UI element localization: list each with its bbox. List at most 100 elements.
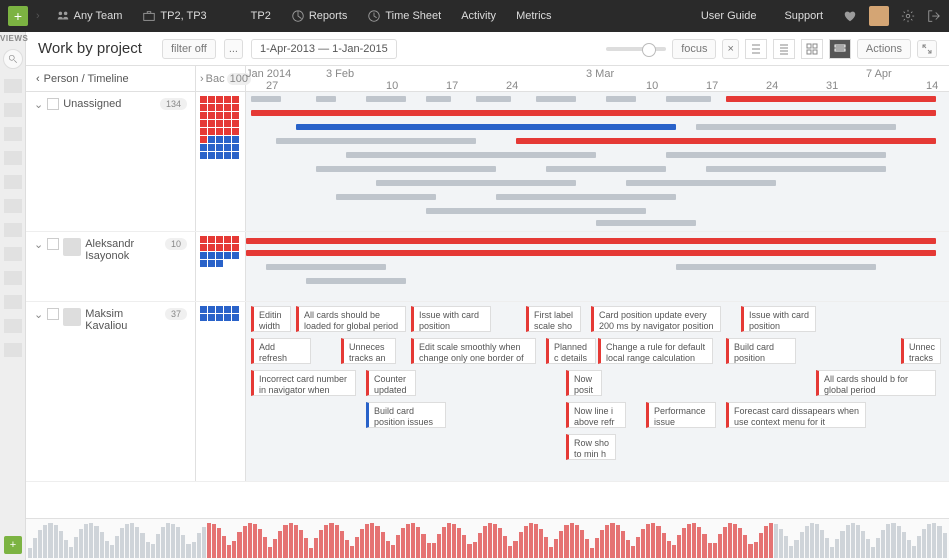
zoom-slider[interactable]	[606, 47, 666, 51]
timeline-bar[interactable]	[316, 166, 496, 172]
timeline-bar[interactable]	[251, 96, 281, 102]
nav-tp2[interactable]: TP2	[243, 10, 279, 22]
backlog-item[interactable]	[200, 260, 207, 267]
backlog-item[interactable]	[208, 314, 215, 321]
backlog-item[interactable]	[232, 144, 239, 151]
backlog-item[interactable]	[232, 112, 239, 119]
lane-checkbox[interactable]	[47, 238, 59, 250]
view-mode-4[interactable]	[829, 39, 851, 59]
timeline-bar[interactable]	[276, 138, 476, 144]
timeline-bar[interactable]	[426, 208, 646, 214]
timeline-bar[interactable]	[676, 264, 876, 270]
view-item[interactable]	[4, 175, 22, 189]
task-card[interactable]: Issue with card position	[411, 306, 491, 332]
nav-reports[interactable]: Reports	[283, 9, 356, 23]
backlog-item[interactable]	[200, 120, 207, 127]
user-avatar[interactable]	[869, 6, 889, 26]
backlog-item[interactable]	[208, 236, 215, 243]
view-item[interactable]	[4, 271, 22, 285]
task-card[interactable]: Build card position issues	[366, 402, 446, 428]
backlog-item[interactable]	[216, 112, 223, 119]
column-label[interactable]: ‹ Person / Timeline	[26, 66, 196, 91]
backlog-item[interactable]	[232, 306, 239, 313]
nav-support[interactable]: Support	[776, 10, 831, 22]
backlog-item[interactable]	[224, 252, 231, 259]
add-button[interactable]: +	[8, 6, 28, 26]
backlog-item[interactable]	[216, 260, 223, 267]
backlog-item[interactable]	[208, 252, 215, 259]
nav-activity[interactable]: Activity	[453, 10, 504, 22]
timeline-bar[interactable]	[346, 152, 596, 158]
backlog-item[interactable]	[200, 96, 207, 103]
timeline-bar[interactable]	[666, 152, 886, 158]
backlog-item[interactable]	[232, 128, 239, 135]
team-selector[interactable]: Any Team	[48, 9, 131, 23]
heart-icon[interactable]	[843, 9, 857, 23]
timeline-bar[interactable]	[251, 110, 936, 116]
fullscreen-button[interactable]	[917, 40, 937, 58]
backlog-item[interactable]	[224, 112, 231, 119]
timeline-bar[interactable]	[696, 124, 896, 130]
backlog-item[interactable]	[232, 104, 239, 111]
task-card[interactable]: Row sho to min h	[566, 434, 616, 460]
filter-button[interactable]: filter off	[162, 39, 216, 59]
timeline-bar[interactable]	[246, 238, 936, 244]
backlog-item[interactable]	[224, 314, 231, 321]
lane-timeline[interactable]	[246, 232, 949, 301]
timeline-bar[interactable]	[626, 180, 776, 186]
task-card[interactable]: Planned c details are	[546, 338, 596, 364]
view-item[interactable]	[4, 247, 22, 261]
backlog-item[interactable]	[208, 306, 215, 313]
backlog-item[interactable]	[208, 152, 215, 159]
backlog-item[interactable]	[208, 112, 215, 119]
backlog-item[interactable]	[224, 244, 231, 251]
backlog-item[interactable]	[200, 136, 207, 143]
minimap[interactable]	[26, 518, 949, 560]
backlog-item[interactable]	[224, 306, 231, 313]
view-item[interactable]	[4, 343, 22, 357]
timeline-bar[interactable]	[476, 96, 511, 102]
task-card[interactable]: First label scale sho	[526, 306, 581, 332]
backlog-item[interactable]	[200, 252, 207, 259]
backlog-item[interactable]	[224, 152, 231, 159]
task-card[interactable]: Now posit	[566, 370, 602, 396]
backlog-item[interactable]	[216, 136, 223, 143]
timeline-bar[interactable]	[516, 138, 936, 144]
task-card[interactable]: Performance issue	[646, 402, 716, 428]
backlog-item[interactable]	[208, 128, 215, 135]
task-card[interactable]: Editin width	[251, 306, 291, 332]
timeline-bar[interactable]	[726, 96, 936, 102]
timeline-bar[interactable]	[536, 96, 576, 102]
view-item[interactable]	[4, 319, 22, 333]
project-selector[interactable]: TP2, TP3	[134, 9, 214, 23]
task-card[interactable]: All cards should b for global period	[816, 370, 936, 396]
timeline-bar[interactable]	[316, 96, 336, 102]
backlog-header[interactable]: › Bac 100	[196, 66, 246, 91]
task-card[interactable]: Forecast card dissapears when use contex…	[726, 402, 866, 428]
timeline-scale[interactable]: Jan 20143 Feb3 Mar7 Apr27101724101724311…	[246, 66, 949, 92]
view-item[interactable]	[4, 223, 22, 237]
view-item[interactable]	[4, 127, 22, 141]
backlog-item[interactable]	[232, 152, 239, 159]
backlog-item[interactable]	[216, 120, 223, 127]
backlog-item[interactable]	[208, 260, 215, 267]
backlog-item[interactable]	[232, 252, 239, 259]
timeline-bar[interactable]	[496, 194, 676, 200]
timeline-bar[interactable]	[376, 180, 576, 186]
collapse-icon[interactable]: ⌄	[34, 98, 43, 111]
backlog-item[interactable]	[216, 104, 223, 111]
backlog-item[interactable]	[216, 244, 223, 251]
timeline-bar[interactable]	[606, 96, 636, 102]
backlog-item[interactable]	[224, 236, 231, 243]
backlog-item[interactable]	[216, 144, 223, 151]
backlog-item[interactable]	[216, 314, 223, 321]
backlog-item[interactable]	[200, 306, 207, 313]
view-mode-1[interactable]	[745, 39, 767, 59]
search-views[interactable]	[3, 49, 23, 69]
focus-button[interactable]: focus	[672, 39, 716, 59]
collapse-icon[interactable]: ⌄	[34, 238, 43, 251]
nav-userguide[interactable]: User Guide	[693, 10, 765, 22]
timeline-bar[interactable]	[246, 250, 936, 256]
backlog-item[interactable]	[200, 314, 207, 321]
backlog-cell[interactable]	[196, 232, 246, 301]
